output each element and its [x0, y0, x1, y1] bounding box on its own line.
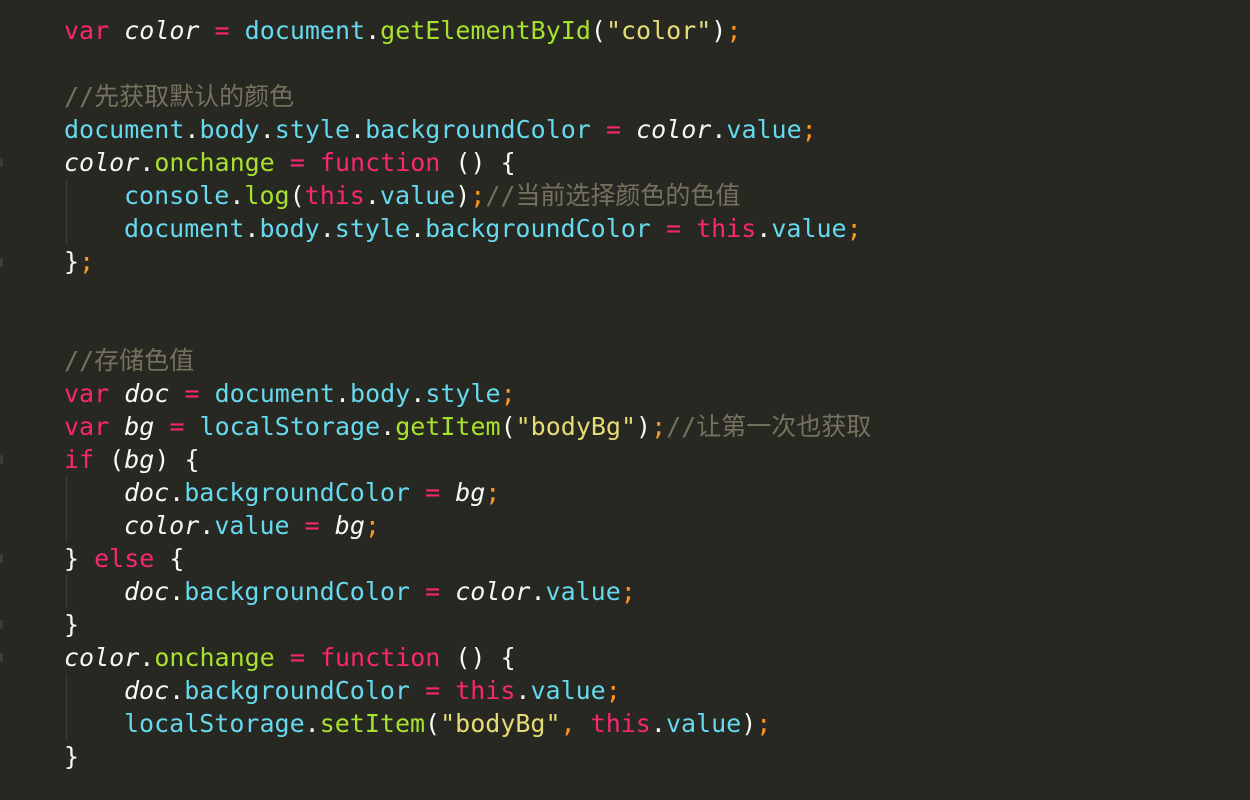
- fold-marker[interactable]: [0, 455, 3, 464]
- code-line: document.body.style.backgroundColor = co…: [64, 115, 817, 144]
- code-line: //存储色值: [64, 346, 195, 375]
- code-line: doc.backgroundColor = color.value;: [124, 577, 636, 606]
- code-line: color.value = bg;: [124, 511, 380, 540]
- code-line: color.onchange = function () {: [64, 643, 516, 672]
- code-line: var doc = document.body.style;: [64, 379, 516, 408]
- code-line: console.log(this.value);//当前选择颜色的色值: [124, 181, 741, 210]
- code-line: } else {: [64, 544, 185, 573]
- code-line: doc.backgroundColor = bg;: [124, 478, 501, 507]
- code-line: doc.backgroundColor = this.value;: [124, 676, 621, 705]
- code-line: //先获取默认的颜色: [64, 82, 295, 111]
- code-content[interactable]: var color = document.getElementById("col…: [64, 14, 871, 773]
- code-line: var color = document.getElementById("col…: [64, 16, 742, 45]
- fold-marker[interactable]: [0, 158, 3, 167]
- code-line: if (bg) {: [64, 445, 200, 474]
- code-line: }: [64, 742, 80, 771]
- fold-marker[interactable]: [0, 258, 3, 267]
- code-line: }: [64, 610, 80, 639]
- code-line: document.body.style.backgroundColor = th…: [124, 214, 862, 243]
- fold-marker[interactable]: [0, 554, 3, 563]
- code-line: localStorage.setItem("bodyBg", this.valu…: [124, 709, 772, 738]
- code-line: color.onchange = function () {: [64, 148, 516, 177]
- code-line: var bg = localStorage.getItem("bodyBg");…: [64, 412, 872, 441]
- fold-gutter: [0, 0, 20, 800]
- fold-marker[interactable]: [0, 653, 3, 662]
- code-editor[interactable]: var color = document.getElementById("col…: [0, 0, 1250, 800]
- fold-marker[interactable]: [0, 620, 3, 629]
- code-line: };: [64, 247, 95, 276]
